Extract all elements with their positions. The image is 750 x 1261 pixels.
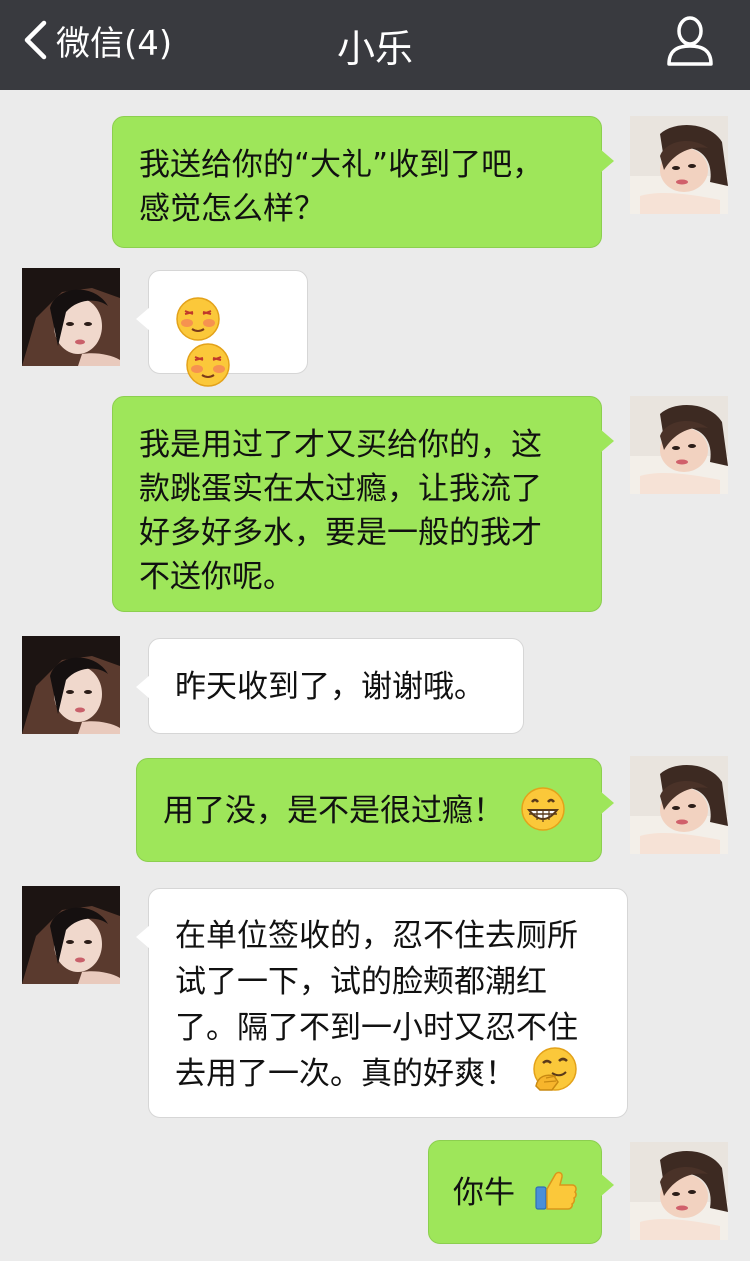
grin-face-icon bbox=[520, 786, 566, 832]
message-text-line: 在单位签收的，忍不住去厕所 bbox=[175, 918, 578, 954]
blushing-face-icon bbox=[185, 342, 231, 388]
my-avatar[interactable] bbox=[630, 116, 728, 214]
blushing-face-icon bbox=[175, 296, 221, 342]
contact-avatar[interactable] bbox=[22, 886, 120, 984]
chat-header: 微信(4) 小乐 bbox=[0, 0, 750, 90]
message-text-line: 了。隔了不到一小时又忍不住 bbox=[175, 1010, 578, 1046]
message-bubble-sent[interactable]: 我是用过了才又买给你的，这 款跳蛋实在太过瘾，让我流了 好多好多水，要是一般的我… bbox=[112, 396, 614, 612]
message-text-line: 去用了一次。真的好爽！ bbox=[175, 1046, 601, 1097]
giggle-face-icon bbox=[532, 1046, 578, 1092]
contact-avatar[interactable] bbox=[22, 636, 120, 734]
message-text-line: 试了一下，试的脸颊都潮红 bbox=[175, 964, 547, 1000]
message-bubble-sent[interactable]: 你牛 bbox=[428, 1140, 614, 1244]
my-avatar[interactable] bbox=[630, 756, 728, 854]
contact-profile-button[interactable] bbox=[666, 14, 714, 66]
message-text-line: 好多好多水，要是一般的我才 bbox=[139, 515, 542, 551]
message-text-line: 我是用过了才又买给你的，这 bbox=[139, 427, 542, 463]
message-text-line: 你牛 bbox=[453, 1171, 579, 1215]
my-avatar[interactable] bbox=[630, 396, 728, 494]
contact-avatar-photo bbox=[22, 886, 120, 984]
contact-avatar-photo bbox=[22, 636, 120, 734]
message-text-line: 用了没，是不是很过瘾！ bbox=[163, 786, 575, 833]
chat-title: 小乐 bbox=[336, 27, 413, 71]
my-avatar-photo bbox=[630, 1142, 728, 1240]
chat-messages: 我送给你的“大礼”收到了吧， 感觉怎么样？ 我是用过了才又买给你的，这 款跳蛋实… bbox=[0, 90, 750, 1261]
message-bubble-sent[interactable]: 我送给你的“大礼”收到了吧， 感觉怎么样？ bbox=[112, 116, 614, 248]
message-bubble-received[interactable] bbox=[136, 270, 308, 387]
message-text: 你牛 bbox=[453, 1175, 515, 1211]
message-text-line: 款跳蛋实在太过瘾，让我流了 bbox=[139, 471, 542, 507]
message-text: 去用了一次。真的好爽！ bbox=[175, 1056, 516, 1092]
message-text-line: 不送你呢。 bbox=[139, 559, 294, 595]
message-text-line: 昨天收到了，谢谢哦。 bbox=[175, 669, 485, 705]
my-avatar-photo bbox=[630, 396, 728, 494]
message-bubble-received[interactable]: 在单位签收的，忍不住去厕所 试了一下，试的脸颊都潮红 了。隔了不到一小时又忍不住… bbox=[136, 888, 628, 1118]
my-avatar-photo bbox=[630, 116, 728, 214]
my-avatar-photo bbox=[630, 756, 728, 854]
my-avatar[interactable] bbox=[630, 1142, 728, 1240]
thumbs-up-icon bbox=[533, 1167, 579, 1213]
contact-avatar[interactable] bbox=[22, 268, 120, 366]
message-bubble-received[interactable]: 昨天收到了，谢谢哦。 bbox=[136, 638, 524, 734]
message-text-line: 感觉怎么样？ bbox=[139, 191, 325, 227]
message-text: 用了没，是不是很过瘾！ bbox=[163, 793, 504, 829]
message-bubble-sent[interactable]: 用了没，是不是很过瘾！ bbox=[136, 758, 614, 862]
contact-avatar-photo bbox=[22, 268, 120, 366]
message-text-line: 我送给你的“大礼”收到了吧， bbox=[139, 147, 544, 183]
person-icon bbox=[667, 16, 713, 66]
